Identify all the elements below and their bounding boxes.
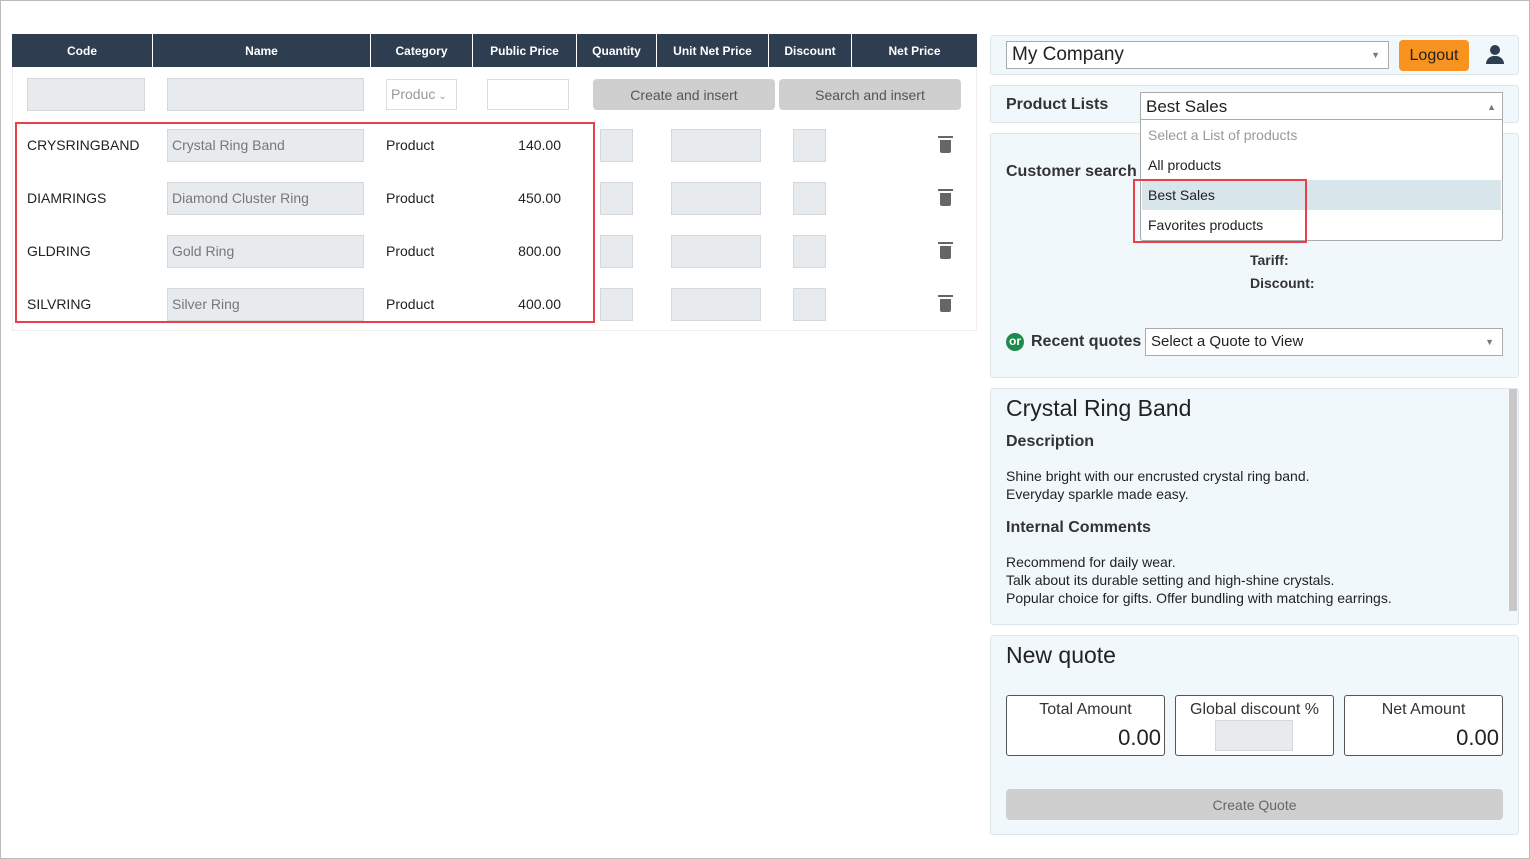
row-unit-net-price-input[interactable] [671, 235, 761, 268]
comment-line: Popular choice for gifts. Offer bundling… [1006, 590, 1392, 606]
create-quote-button[interactable]: Create Quote [1006, 789, 1503, 820]
trash-icon[interactable] [938, 189, 953, 206]
col-category: Category [371, 34, 473, 67]
new-code-input[interactable] [27, 78, 145, 111]
highlight-box [1133, 179, 1307, 243]
trash-icon[interactable] [938, 295, 953, 312]
trash-icon[interactable] [938, 136, 953, 153]
logout-button[interactable]: Logout [1399, 40, 1469, 71]
total-amount-value: 0.00 [1118, 725, 1161, 750]
description-line: Shine bright with our encrusted crystal … [1006, 468, 1310, 484]
internal-comments-label: Internal Comments [1006, 519, 1151, 536]
row-discount-input[interactable] [793, 288, 826, 321]
option-all-products[interactable]: All products [1142, 150, 1501, 180]
create-and-insert-button[interactable]: Create and insert [593, 79, 775, 110]
global-discount-input[interactable] [1215, 720, 1293, 751]
or-badge: or [1006, 333, 1024, 351]
trash-icon[interactable] [938, 242, 953, 259]
discount-label: Discount: [1250, 275, 1315, 291]
description-label: Description [1006, 433, 1095, 450]
col-quantity: Quantity [577, 34, 657, 67]
col-name: Name [153, 34, 371, 67]
user-icon[interactable] [1485, 45, 1505, 65]
col-net-price: Net Price [852, 34, 977, 67]
description-line: Everyday sparkle made easy. [1006, 486, 1189, 502]
row-discount-input[interactable] [793, 235, 826, 268]
caret-down-icon: ▼ [1371, 50, 1380, 60]
total-amount-label: Total Amount [1039, 701, 1132, 718]
product-detail-panel: Crystal Ring Band Description Shine brig… [990, 388, 1519, 625]
row-quantity-input[interactable] [600, 129, 633, 162]
caret-down-icon: ▼ [1485, 337, 1494, 347]
top-bar: My Company ▼ Logout [990, 35, 1519, 75]
col-unit-net-price: Unit Net Price [657, 34, 769, 67]
tariff-label: Tariff: [1250, 252, 1289, 268]
category-placeholder: Produc [391, 86, 436, 102]
new-price-input[interactable] [487, 79, 569, 110]
company-value: My Company [1012, 44, 1124, 65]
col-public-price: Public Price [473, 34, 577, 67]
global-discount-box: Global discount % [1175, 695, 1334, 756]
net-amount-value: 0.00 [1456, 725, 1499, 750]
product-lists-label: Product Lists [1006, 96, 1109, 113]
company-select[interactable]: My Company ▼ [1006, 41, 1389, 69]
col-code: Code [12, 34, 153, 67]
highlight-box [15, 122, 595, 323]
product-lists-value: Best Sales [1146, 97, 1228, 116]
recent-quotes-select[interactable]: Select a Quote to View ▼ [1145, 328, 1503, 356]
row-unit-net-price-input[interactable] [671, 129, 761, 162]
comment-line: Recommend for daily wear. [1006, 554, 1176, 570]
product-title: Crystal Ring Band [1006, 395, 1192, 421]
new-category-select[interactable]: Produc ⌄ [386, 79, 457, 110]
row-discount-input[interactable] [793, 182, 826, 215]
comment-line: Talk about its durable setting and high-… [1006, 572, 1335, 588]
row-discount-input[interactable] [793, 129, 826, 162]
row-quantity-input[interactable] [600, 182, 633, 215]
net-amount-box: Net Amount 0.00 [1344, 695, 1503, 756]
row-unit-net-price-input[interactable] [671, 182, 761, 215]
caret-up-icon: ▲ [1487, 102, 1496, 112]
new-quote-title: New quote [1006, 642, 1116, 668]
customer-search-label: Customer search [1006, 163, 1137, 180]
total-amount-box: Total Amount 0.00 [1006, 695, 1165, 756]
scrollbar[interactable] [1509, 389, 1517, 611]
recent-quotes-placeholder: Select a Quote to View [1151, 333, 1304, 350]
product-lists-select[interactable]: Best Sales ▲ [1141, 93, 1502, 120]
recent-quotes-label: Recent quotes [1031, 333, 1142, 350]
global-discount-label: Global discount % [1190, 701, 1319, 718]
chevron-down-icon: ⌄ [438, 91, 447, 102]
col-discount: Discount [769, 34, 852, 67]
row-unit-net-price-input[interactable] [671, 288, 761, 321]
net-amount-label: Net Amount [1381, 701, 1466, 718]
row-quantity-input[interactable] [600, 288, 633, 321]
new-name-input[interactable] [167, 78, 364, 111]
option-placeholder[interactable]: Select a List of products [1142, 120, 1501, 150]
search-and-insert-button[interactable]: Search and insert [779, 79, 961, 110]
row-quantity-input[interactable] [600, 235, 633, 268]
